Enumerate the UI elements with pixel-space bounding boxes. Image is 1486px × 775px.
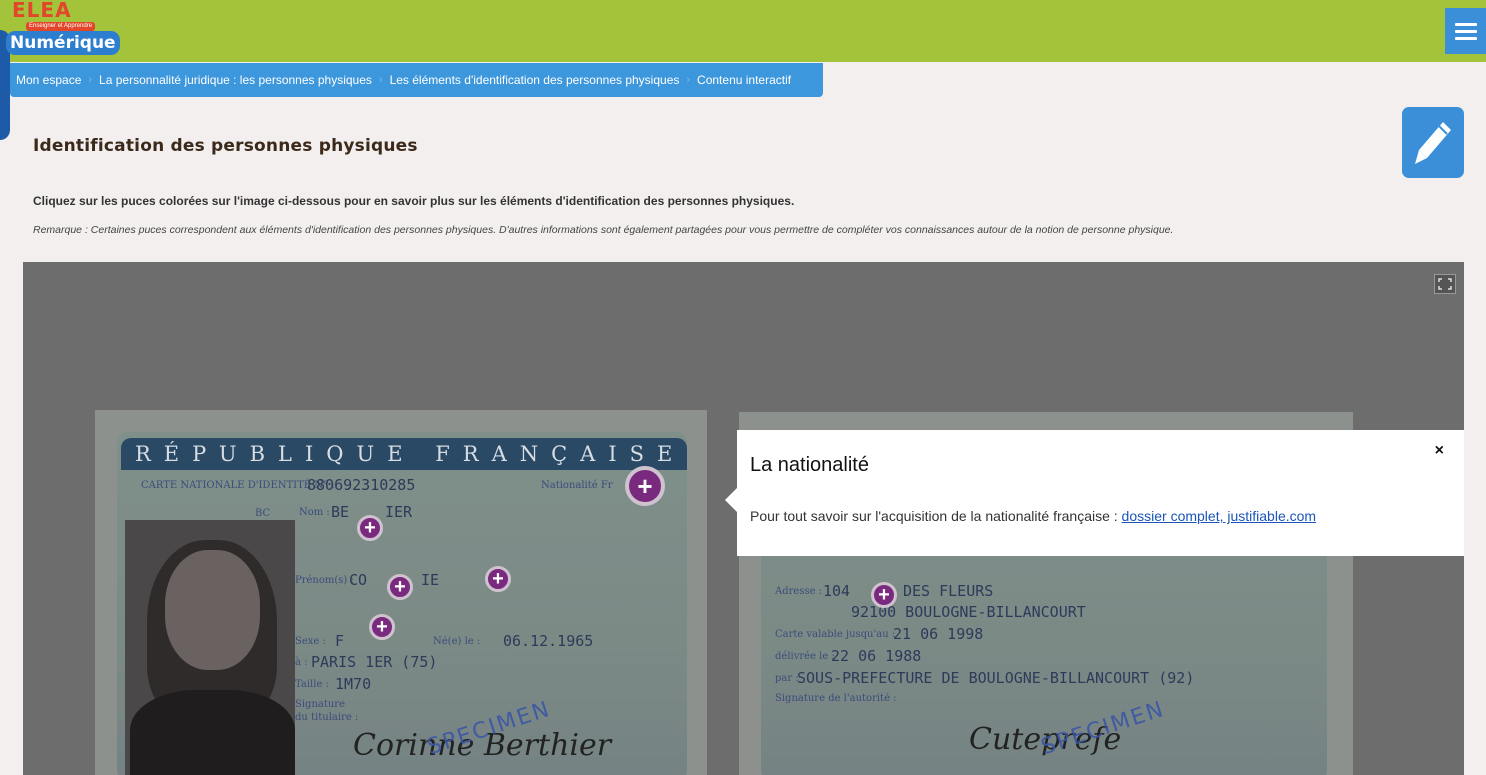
adresse-value-street: DES FLEURS <box>903 582 994 600</box>
id-photo <box>125 520 295 775</box>
delivree-value: 22 06 1988 <box>831 647 922 665</box>
adresse-value: 104 <box>823 582 851 600</box>
intro-text: Cliquez sur les puces colorées sur l'ima… <box>33 194 795 208</box>
site-logo[interactable]: ELEA Enseigner et Apprendre Numérique <box>6 0 120 62</box>
adresse-label: Adresse : <box>775 586 823 597</box>
bc-label: BC <box>255 508 271 519</box>
interactive-image-viewer: RÉPUBLIQUE FRANÇAISE CARTE NATIONALE D'I… <box>23 262 1464 775</box>
fullscreen-icon[interactable] <box>1434 274 1456 294</box>
par-value: SOUS-PREFECTURE DE BOULOGNE-BILLANCOURT … <box>797 669 1195 687</box>
taille-value: 1M70 <box>335 675 372 693</box>
carte-label: CARTE NATIONALE D'IDENTITÉ N° : <box>141 480 335 491</box>
logo-bottom-text: Numérique <box>6 31 120 55</box>
breadcrumb-item-mon-espace[interactable]: Mon espace <box>16 73 81 87</box>
republique-francaise-band: RÉPUBLIQUE FRANÇAISE <box>121 438 687 470</box>
hamburger-menu-icon[interactable] <box>1445 8 1486 54</box>
popup-link[interactable]: dossier complet, justifiable.com <box>1122 508 1317 524</box>
breadcrumb-item-contenu: Contenu interactif <box>697 73 792 87</box>
nom-label: Nom : <box>299 507 330 518</box>
par-label: par : <box>775 673 799 684</box>
top-bar <box>0 0 1486 62</box>
logo-top-text: ELEA <box>12 0 72 22</box>
delivree-label: délivrée le : <box>775 651 835 662</box>
hotspot-naissance[interactable]: + <box>485 566 511 592</box>
popup-title: La nationalité <box>750 454 869 476</box>
fullscreen-glyph-icon <box>1438 278 1452 290</box>
valable-value: 21 06 1998 <box>893 625 984 643</box>
nom-value: BE <box>331 503 350 521</box>
popup-text-body: Pour tout savoir sur l'acquisition de la… <box>750 508 1118 524</box>
logo-tagline: Enseigner et Apprendre <box>26 22 96 31</box>
info-popup: × La nationalité Pour tout savoir sur l'… <box>725 430 1464 556</box>
edit-button[interactable] <box>1402 107 1464 178</box>
nom-value-end: IER <box>385 503 413 521</box>
breadcrumb-separator-icon: › <box>88 74 93 86</box>
hotspot-nom[interactable]: + <box>357 515 383 541</box>
prenom-value-end: IE <box>421 571 440 589</box>
carte-number: 880692310285 <box>307 476 416 494</box>
hotspot-adresse[interactable]: + <box>871 582 897 608</box>
breadcrumb-separator-icon: › <box>686 74 691 86</box>
sexe-value: F <box>335 632 345 650</box>
prenom-label: Prénom(s) : <box>295 575 354 586</box>
prenom-value: CO <box>349 571 368 589</box>
pencil-icon <box>1415 121 1451 164</box>
hotspot-prenom[interactable]: + <box>387 574 413 600</box>
hotspot-sexe[interactable]: + <box>369 614 395 640</box>
autorite-signature-label: Signature de l'autorité : <box>775 693 897 704</box>
id-card-front: RÉPUBLIQUE FRANÇAISE CARTE NATIONALE D'I… <box>95 410 707 775</box>
close-icon[interactable]: × <box>1435 442 1444 460</box>
popup-text: Pour tout savoir sur l'acquisition de la… <box>750 508 1316 524</box>
remark-text: Remarque : Certaines puces correspondent… <box>33 224 1174 236</box>
breadcrumb-item-elements[interactable]: Les éléments d'identification des person… <box>390 73 680 87</box>
titulaire-label: du titulaire : <box>295 712 359 723</box>
hotspot-nationalite[interactable]: + <box>625 466 665 506</box>
lieu-label: à : <box>295 657 308 668</box>
sexe-label: Sexe : <box>295 636 326 647</box>
page-title: Identification des personnes physiques <box>33 136 418 156</box>
breadcrumb: Mon espace › La personnalité juridique :… <box>10 63 823 97</box>
nationalite-label: Nationalité Fr <box>541 480 613 491</box>
valable-label: Carte valable jusqu'au : <box>775 629 896 640</box>
popup-pointer <box>725 488 737 512</box>
nele-label: Né(e) le : <box>433 636 481 647</box>
breadcrumb-item-personnalite[interactable]: La personnalité juridique : les personne… <box>99 73 372 87</box>
signature-label: Signature <box>295 699 346 710</box>
taille-label: Taille : <box>295 679 329 690</box>
lieu-value: PARIS 1ER (75) <box>311 653 438 671</box>
nele-value: 06.12.1965 <box>503 632 594 650</box>
breadcrumb-separator-icon: › <box>378 74 383 86</box>
